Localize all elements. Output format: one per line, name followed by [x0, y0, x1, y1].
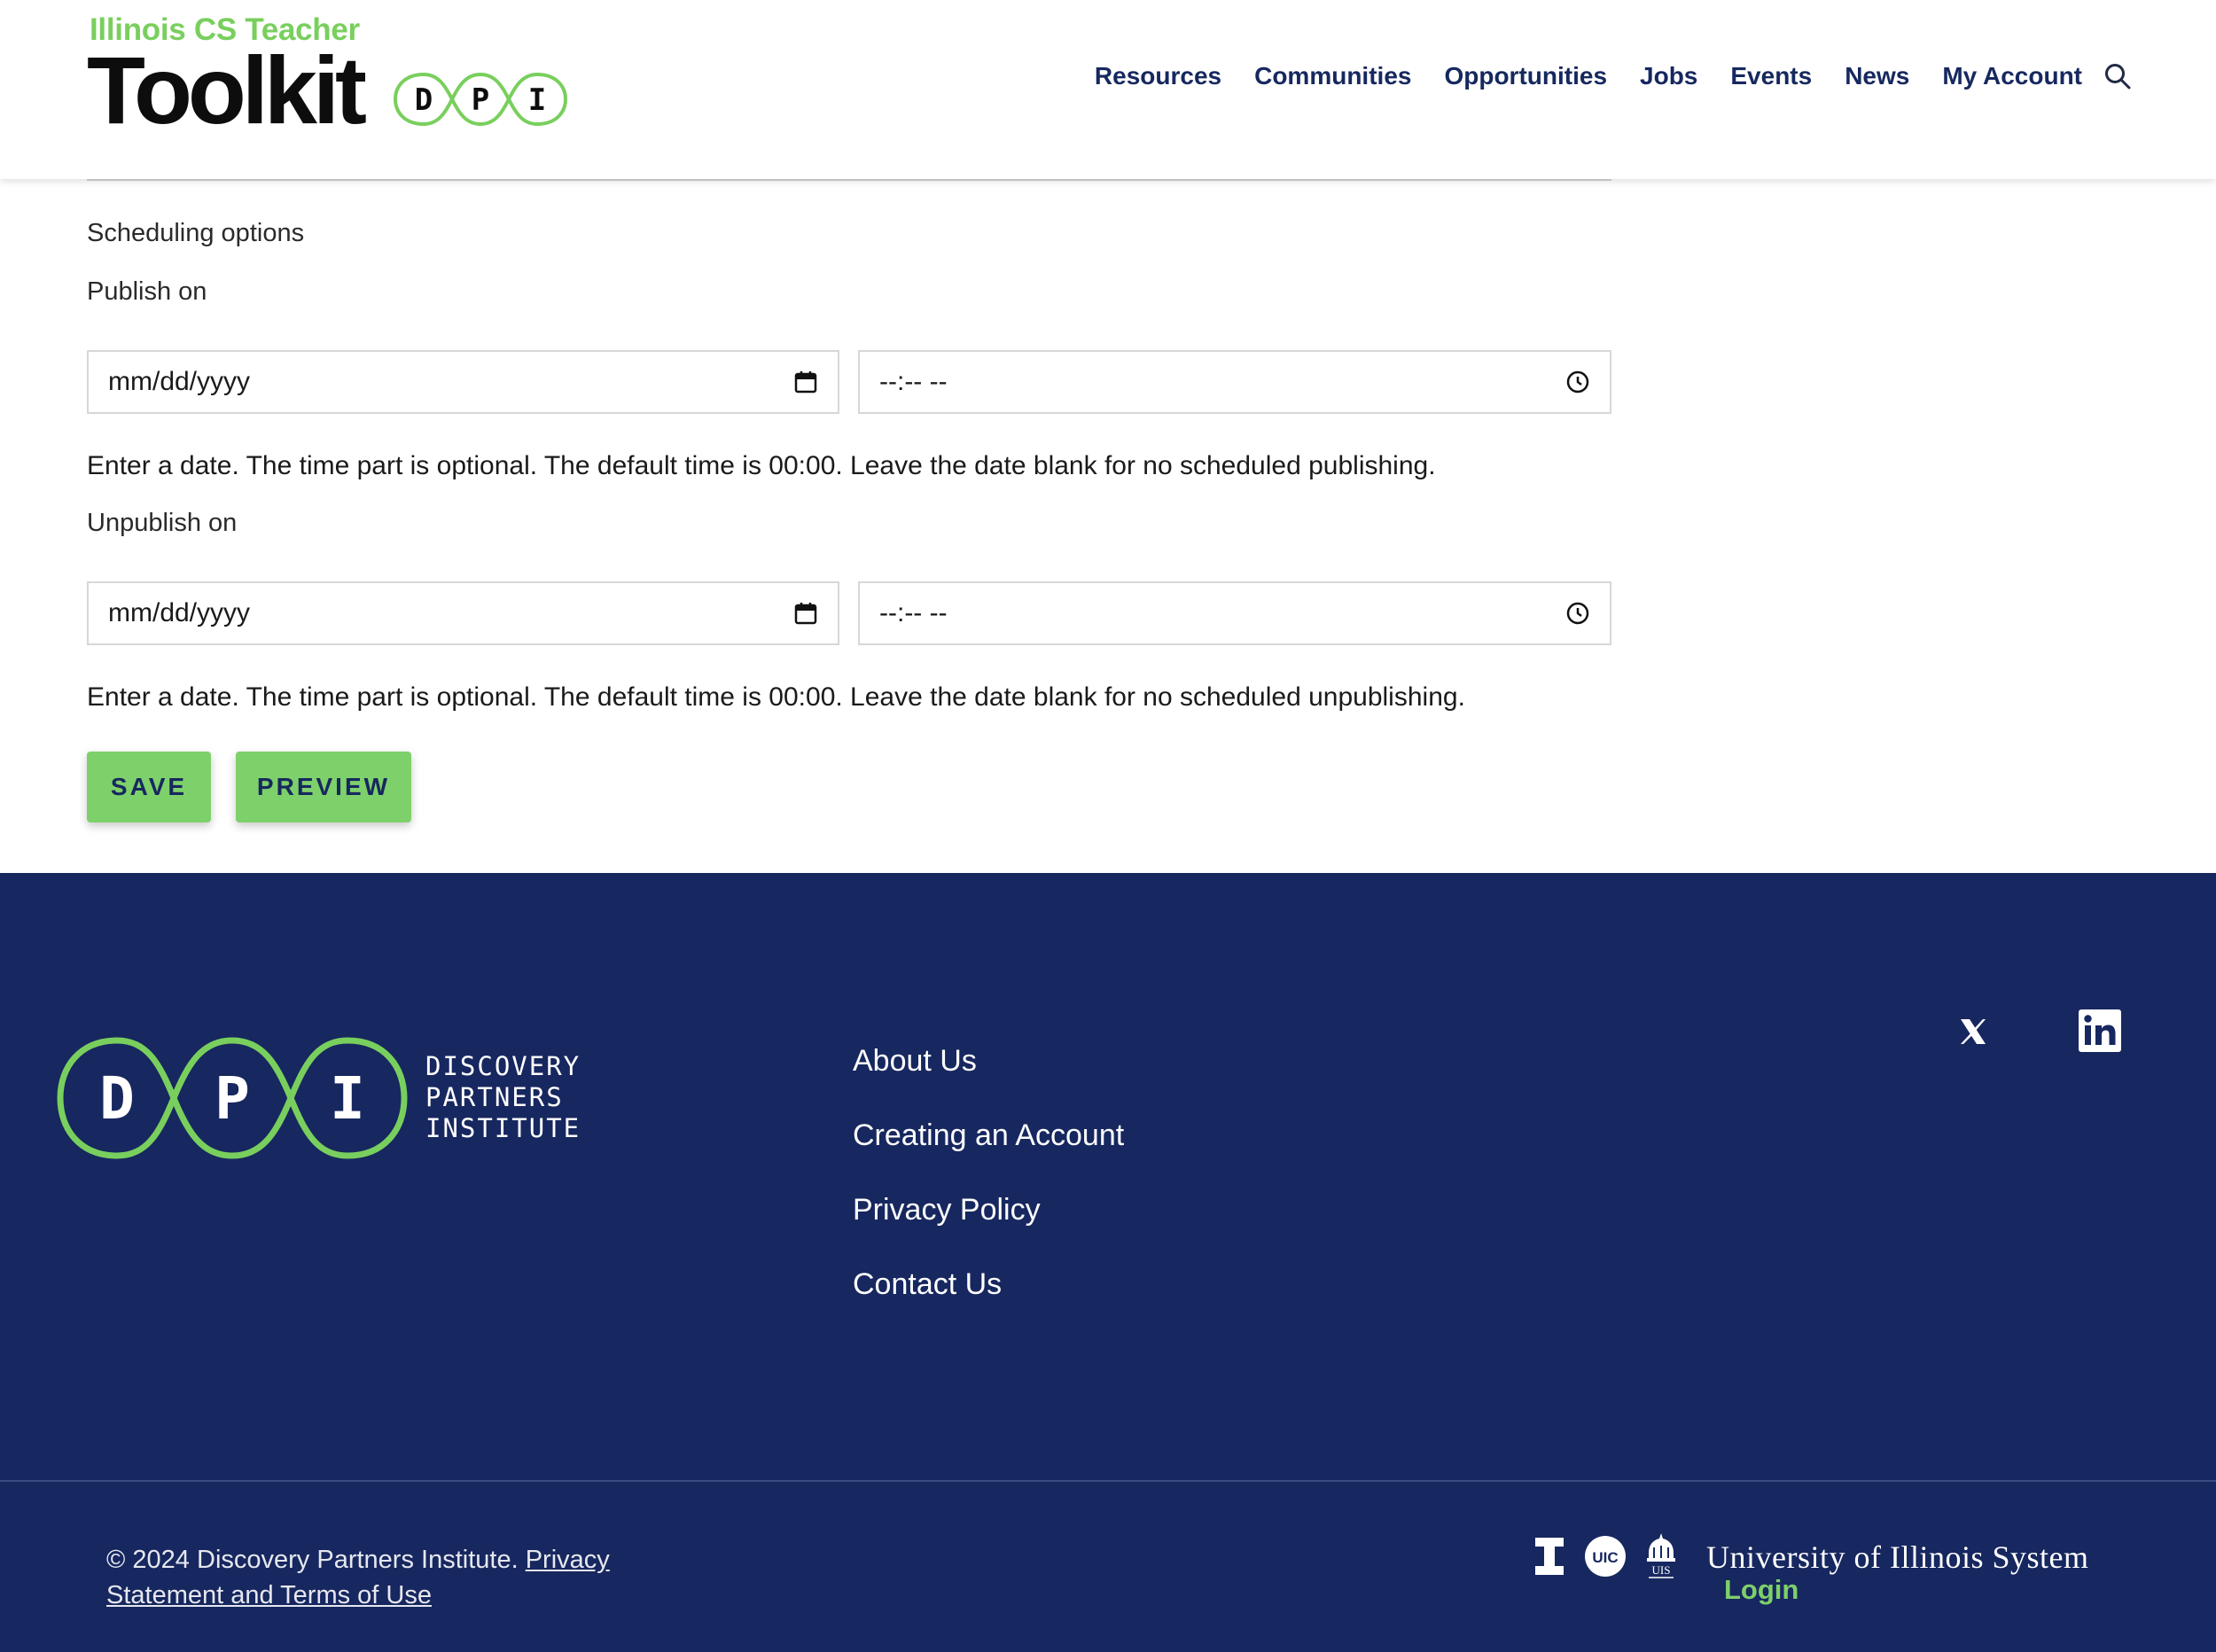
nav-resources[interactable]: Resources: [1095, 62, 1221, 90]
nav-communities[interactable]: Communities: [1254, 62, 1411, 90]
footer-divider: [0, 1480, 2216, 1482]
dpi-footer-logo-icon[interactable]: D P I: [55, 1035, 410, 1161]
university-seals: UIC UIS: [1533, 1531, 1679, 1581]
unpublish-date-placeholder: mm/dd/yyyy: [108, 598, 251, 627]
dpi-footer-logo-p: P: [215, 1064, 250, 1133]
nav-news[interactable]: News: [1845, 62, 1909, 90]
login-link[interactable]: Login: [1724, 1574, 1799, 1606]
footer-links: About Us Creating an Account Privacy Pol…: [853, 1044, 1124, 1342]
clock-icon[interactable]: [1565, 601, 1590, 626]
footer-link-creating-account[interactable]: Creating an Account: [853, 1118, 1124, 1152]
footer-link-contact[interactable]: Contact Us: [853, 1267, 1124, 1301]
org-line-3: INSTITUTE: [425, 1113, 581, 1143]
uic-seal-label: UIC: [1592, 1549, 1618, 1566]
publish-time-placeholder: --:-- --: [879, 367, 948, 396]
unpublish-date-input[interactable]: mm/dd/yyyy: [87, 581, 839, 645]
publish-date-input[interactable]: mm/dd/yyyy: [87, 350, 839, 414]
copyright-text: © 2024 Discovery Partners Institute. Pri…: [106, 1542, 674, 1613]
main-nav: Resources Communities Opportunities Jobs…: [1062, 62, 2132, 90]
publish-on-label: Publish on: [87, 277, 207, 306]
calendar-icon[interactable]: [793, 601, 818, 626]
dpi-logo-icon: D P I: [393, 72, 568, 127]
unpublish-help-text: Enter a date. The time part is optional.…: [87, 682, 1465, 712]
dpi-footer-logo-i: I: [330, 1064, 365, 1133]
uis-seal-label: UIS: [1652, 1563, 1671, 1577]
nav-events[interactable]: Events: [1730, 62, 1812, 90]
dpi-logo-i: I: [528, 82, 546, 118]
x-icon[interactable]: [1957, 1016, 1989, 1048]
brand-title[interactable]: Toolkit: [87, 43, 367, 138]
unpublish-on-label: Unpublish on: [87, 509, 238, 537]
dpi-logo-p: P: [472, 82, 489, 118]
university-system-name[interactable]: University of Illinois System: [1706, 1539, 2089, 1576]
footer-link-about[interactable]: About Us: [853, 1044, 1124, 1078]
dpi-footer-logo-d: D: [99, 1064, 135, 1133]
uic-seal-icon[interactable]: UIC: [1583, 1534, 1627, 1578]
uis-seal-icon[interactable]: UIS: [1643, 1531, 1679, 1581]
publish-help-text: Enter a date. The time part is optional.…: [87, 451, 1436, 480]
site-header: Illinois CS Teacher Toolkit D P I Resour…: [0, 0, 2216, 179]
unpublish-time-input[interactable]: --:-- --: [858, 581, 1611, 645]
linkedin-icon[interactable]: [2078, 1009, 2122, 1053]
preview-button[interactable]: PREVIEW: [236, 752, 411, 822]
copyright-prefix: © 2024 Discovery Partners Institute.: [106, 1546, 519, 1574]
publish-date-placeholder: mm/dd/yyyy: [108, 367, 251, 396]
publish-time-input[interactable]: --:-- --: [858, 350, 1611, 414]
unpublish-time-placeholder: --:-- --: [879, 598, 948, 627]
footer-link-privacy[interactable]: Privacy Policy: [853, 1193, 1124, 1227]
save-button[interactable]: SAVE: [87, 752, 211, 822]
dpi-org-name: DISCOVERY PARTNERS INSTITUTE: [425, 1051, 581, 1144]
dpi-logo-d: D: [415, 82, 433, 118]
nav-my-account[interactable]: My Account: [1942, 62, 2082, 90]
org-line-2: PARTNERS: [425, 1082, 564, 1112]
calendar-icon[interactable]: [793, 370, 818, 394]
clock-icon[interactable]: [1565, 370, 1590, 394]
nav-opportunities[interactable]: Opportunities: [1444, 62, 1607, 90]
scheduling-options-title: Scheduling options: [87, 219, 305, 247]
illinois-block-i-icon[interactable]: [1533, 1536, 1565, 1577]
org-line-1: DISCOVERY: [425, 1051, 581, 1081]
search-icon[interactable]: [2103, 62, 2132, 90]
nav-jobs[interactable]: Jobs: [1640, 62, 1697, 90]
